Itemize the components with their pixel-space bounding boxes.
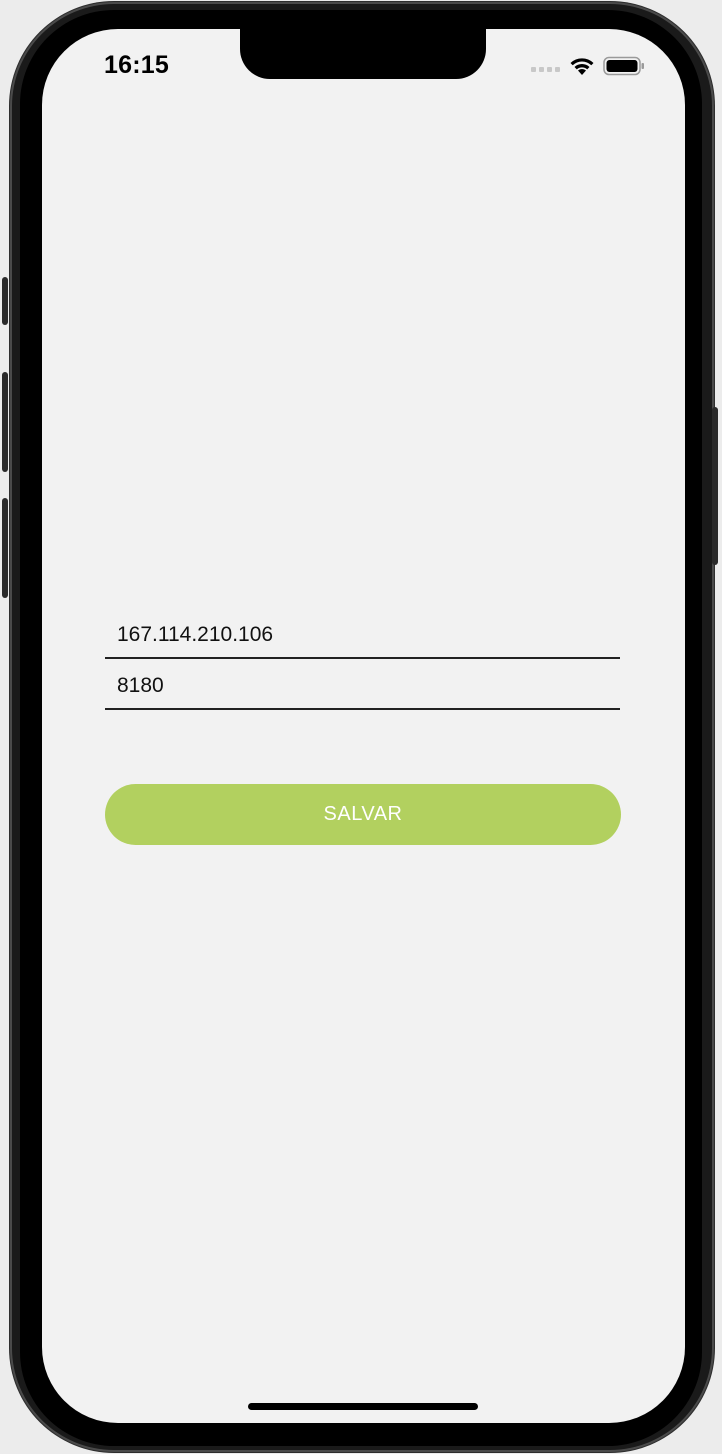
- port-field[interactable]: 8180: [105, 660, 620, 710]
- volume-down-button: [2, 498, 8, 598]
- status-time: 16:15: [104, 51, 169, 79]
- status-icons: [531, 56, 645, 81]
- power-button: [712, 407, 718, 565]
- home-indicator[interactable]: [248, 1403, 478, 1410]
- mute-switch: [2, 277, 8, 325]
- cellular-signal-icon: [531, 60, 561, 78]
- app-screen: 16:15 167.114.210.106 8180 SALVAR: [42, 29, 685, 1423]
- port-value: 8180: [117, 674, 164, 697]
- save-button-label: SALVAR: [323, 803, 403, 825]
- volume-up-button: [2, 372, 8, 472]
- wifi-icon: [569, 56, 595, 81]
- ip-address-field[interactable]: 167.114.210.106: [105, 609, 620, 659]
- battery-icon: [603, 56, 645, 81]
- save-button[interactable]: SALVAR: [105, 784, 621, 845]
- ip-address-value: 167.114.210.106: [117, 623, 274, 646]
- camera-notch: [240, 29, 486, 79]
